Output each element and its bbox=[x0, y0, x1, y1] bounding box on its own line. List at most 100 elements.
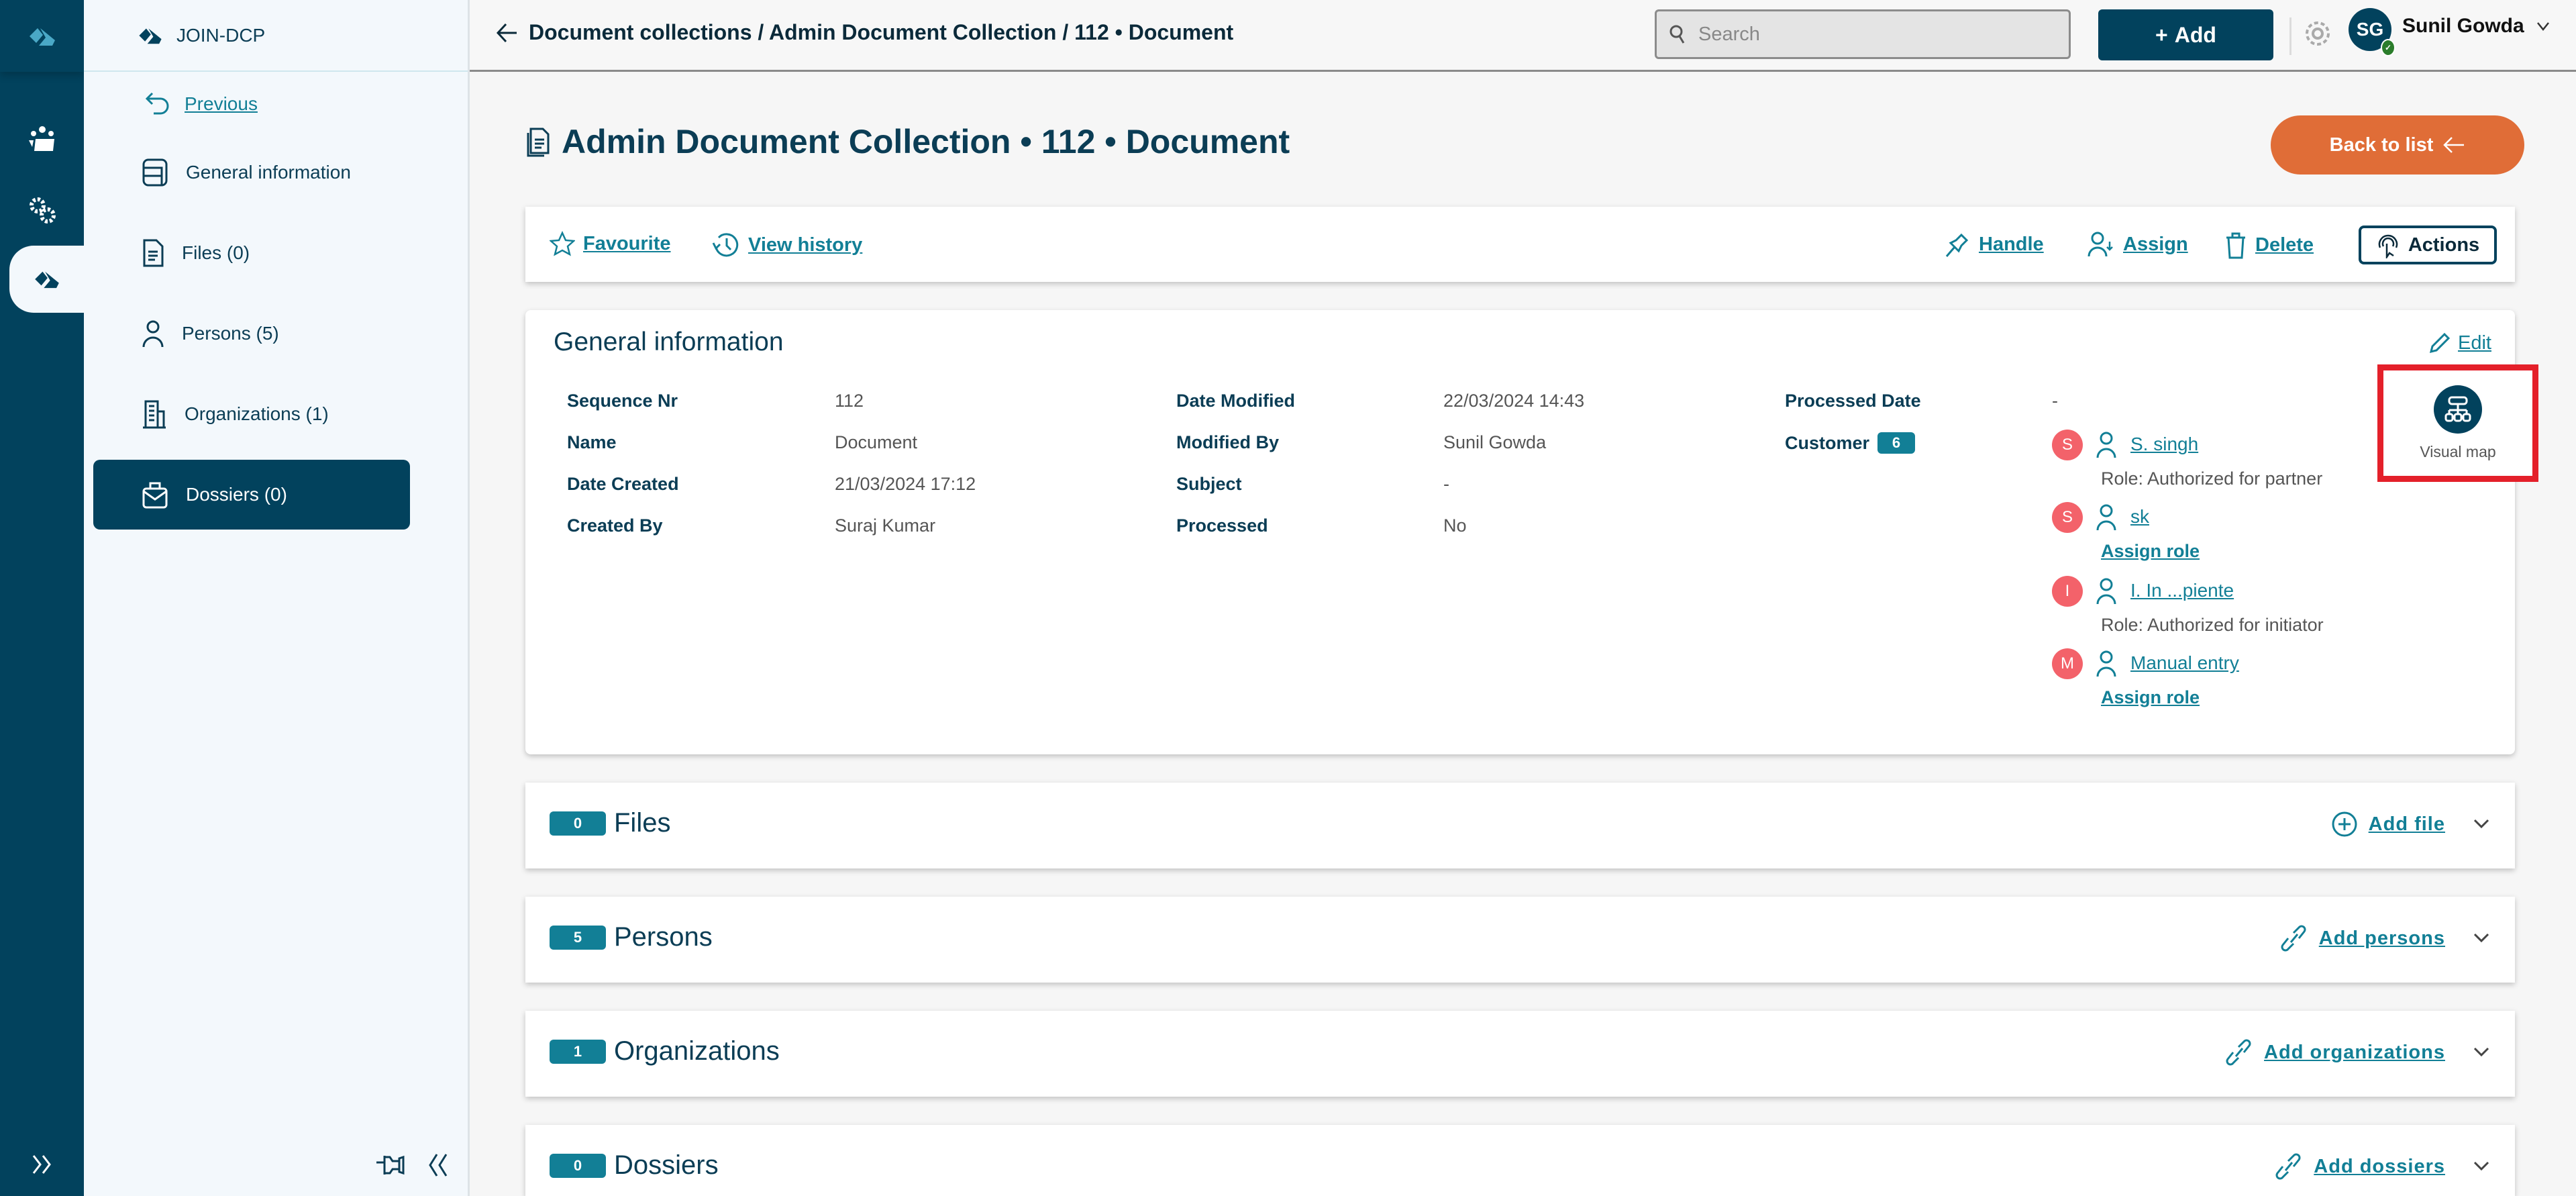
person-link[interactable]: Manual entry bbox=[2096, 650, 2239, 677]
handle-label: Handle bbox=[1979, 233, 2044, 255]
add-persons-link[interactable]: Add persons bbox=[2319, 928, 2445, 950]
assign-role-link[interactable]: Assign role bbox=[2101, 541, 2200, 562]
visual-map-badge bbox=[2434, 385, 2482, 434]
field-label: Subject bbox=[1176, 474, 1242, 494]
section-title: Persons bbox=[614, 922, 713, 952]
building-icon bbox=[143, 400, 166, 429]
nav-item-files[interactable]: Files (0) bbox=[93, 218, 410, 288]
file-icon bbox=[143, 239, 164, 267]
link-icon[interactable] bbox=[2273, 1153, 2303, 1180]
visual-map-label: Visual map bbox=[2420, 443, 2496, 460]
nav-item-persons[interactable]: Persons (5) bbox=[93, 299, 410, 368]
section-title: Files bbox=[614, 808, 671, 838]
field-label: Date Created bbox=[567, 474, 679, 494]
pin-icon[interactable] bbox=[375, 1152, 409, 1179]
app-rail bbox=[0, 0, 84, 1196]
handle-link[interactable]: Handle bbox=[1944, 231, 2044, 258]
nav-label: Dossiers (0) bbox=[186, 484, 287, 505]
breadcrumb[interactable]: Document collections / Admin Document Co… bbox=[495, 20, 1233, 45]
previous-link[interactable]: Previous bbox=[144, 91, 258, 117]
avatar-initial: S bbox=[2061, 508, 2073, 526]
nav-label: Organizations (1) bbox=[185, 403, 329, 424]
field-label-text: Customer bbox=[1785, 432, 1870, 453]
online-check-icon: ✓ bbox=[2381, 39, 2395, 56]
section-title: General information bbox=[554, 328, 784, 356]
add-file-link[interactable]: Add file bbox=[2369, 813, 2445, 836]
back-to-list-button[interactable]: Back to list bbox=[2271, 115, 2524, 175]
link-icon[interactable] bbox=[2279, 925, 2308, 952]
field-value: Sunil Gowda bbox=[1443, 432, 1547, 452]
top-header: Document collections / Admin Document Co… bbox=[470, 0, 2576, 72]
person-link[interactable]: S. singh bbox=[2096, 431, 2198, 458]
breadcrumb-text[interactable]: Document collections / Admin Document Co… bbox=[529, 20, 1233, 45]
person-link[interactable]: I. In ...piente bbox=[2096, 577, 2234, 604]
team-icon bbox=[28, 126, 54, 151]
dossiers-section[interactable]: 0 Dossiers Add dossiers bbox=[525, 1125, 2515, 1196]
chevron-down-icon[interactable] bbox=[2468, 816, 2495, 832]
user-menu[interactable]: Sunil Gowda bbox=[2402, 15, 2550, 38]
files-section[interactable]: 0 Files Add file bbox=[525, 783, 2515, 868]
rail-item-dcp[interactable] bbox=[9, 246, 84, 313]
section-actions: Add dossiers bbox=[2273, 1153, 2495, 1180]
field-value: 112 bbox=[835, 391, 864, 411]
person-link[interactable]: sk bbox=[2096, 503, 2149, 530]
add-button[interactable]: + Add bbox=[2098, 9, 2273, 60]
double-chevron-left-icon[interactable] bbox=[426, 1152, 449, 1179]
count-badge: 0 bbox=[550, 811, 606, 836]
avatar-initial: I bbox=[2065, 582, 2070, 600]
search-input[interactable]: Search bbox=[1655, 9, 2071, 59]
person-icon bbox=[142, 320, 164, 348]
customer-count-badge: 6 bbox=[1877, 432, 1916, 454]
rail-logo[interactable] bbox=[0, 0, 84, 72]
info-card-icon bbox=[142, 158, 168, 187]
pushpin-icon bbox=[1945, 233, 1969, 257]
page-title: Admin Document Collection • 112 • Docume… bbox=[525, 122, 1290, 161]
nav-item-general-information[interactable]: General information bbox=[93, 138, 410, 207]
plus-circle-icon[interactable] bbox=[2331, 811, 2358, 838]
action-toolbar: Favourite View history Handle Assign Del… bbox=[525, 207, 2515, 282]
assign-user-icon bbox=[2088, 232, 2113, 257]
person-name[interactable]: Manual entry bbox=[2130, 652, 2239, 674]
double-chevron-right-icon bbox=[32, 1155, 51, 1174]
search-placeholder: Search bbox=[1698, 23, 1760, 45]
assign-role-link[interactable]: Assign role bbox=[2101, 687, 2200, 708]
rail-item-settings[interactable] bbox=[0, 187, 84, 234]
edit-label: Edit bbox=[2458, 332, 2491, 354]
nav-item-organizations[interactable]: Organizations (1) bbox=[93, 379, 410, 449]
expand-rail-button[interactable] bbox=[0, 1153, 84, 1176]
person-name[interactable]: S. singh bbox=[2130, 434, 2198, 455]
chevron-down-icon[interactable] bbox=[2468, 1158, 2495, 1175]
person-name[interactable]: I. In ...piente bbox=[2130, 580, 2234, 601]
favourite-link[interactable]: Favourite bbox=[550, 231, 671, 256]
nav-item-dossiers[interactable]: Dossiers (0) bbox=[93, 460, 410, 530]
field-value: No bbox=[1443, 515, 1467, 536]
gear-icon[interactable] bbox=[2300, 15, 2335, 52]
actions-button[interactable]: Actions bbox=[2359, 226, 2497, 264]
link-icon[interactable] bbox=[2224, 1039, 2253, 1066]
organizations-section[interactable]: 1 Organizations Add organizations bbox=[525, 1011, 2515, 1097]
field-label: Name bbox=[567, 432, 617, 452]
dcp-logo-icon bbox=[139, 28, 162, 44]
customer-label: Customer 6 bbox=[1785, 432, 1916, 454]
briefcase-icon bbox=[142, 482, 168, 509]
actions-label: Actions bbox=[2408, 234, 2480, 256]
user-avatar[interactable]: SG ✓ bbox=[2349, 8, 2395, 56]
assign-link[interactable]: Assign bbox=[2087, 231, 2188, 258]
arrow-left-icon[interactable] bbox=[495, 21, 518, 44]
chevron-down-icon[interactable] bbox=[2468, 930, 2495, 946]
section-title: Dossiers bbox=[614, 1150, 719, 1180]
add-dossiers-link[interactable]: Add dossiers bbox=[2314, 1156, 2445, 1178]
person-name[interactable]: sk bbox=[2130, 506, 2149, 528]
delete-link[interactable]: Delete bbox=[2224, 231, 2314, 259]
nav-label: General information bbox=[186, 162, 351, 183]
rail-item-team[interactable] bbox=[0, 115, 84, 162]
view-history-link[interactable]: View history bbox=[712, 231, 862, 259]
add-organizations-link[interactable]: Add organizations bbox=[2264, 1042, 2445, 1064]
field-value: Document bbox=[835, 432, 918, 452]
persons-section[interactable]: 5 Persons Add persons bbox=[525, 897, 2515, 983]
panel-header: JOIN-DCP bbox=[84, 0, 468, 72]
field-value: - bbox=[1443, 474, 1449, 494]
visual-map-button[interactable]: Visual map bbox=[2377, 364, 2538, 482]
edit-link[interactable]: Edit bbox=[2428, 332, 2491, 354]
chevron-down-icon[interactable] bbox=[2468, 1044, 2495, 1060]
